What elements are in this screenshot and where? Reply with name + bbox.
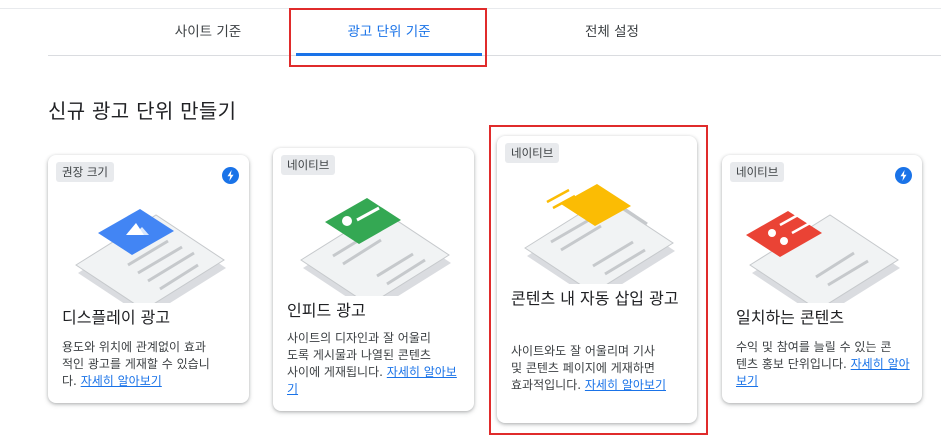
card-title: 디스플레이 광고 [62,308,171,327]
card-badge: 네이티브 [281,155,336,175]
card-badge: 권장 크기 [56,162,114,182]
card-title: 일치하는 콘텐츠 [736,308,845,327]
card-title: 인피드 광고 [287,301,366,320]
tab-by-ad-unit-label: 광고 단위 기준 [347,24,431,40]
card-description: 수익 및 참여를 늘릴 수 있는 콘 텐츠 홍보 단위입니다. 자세히 알아보기 [736,340,910,388]
card-title: 콘텐츠 내 자동 삽입 광고 [511,289,679,308]
learn-more-link[interactable]: 자세히 알아보기 [81,374,162,388]
display-ad-illustration [75,209,226,303]
tab-by-site[interactable]: 사이트 기준 [118,9,298,55]
card-description: 용도와 위치에 관계없이 효과 적인 광고를 게재할 수 있습니 다. 자세히 … [62,340,210,388]
in-article-ad-illustration [524,184,675,284]
display-ad-card[interactable]: 권장 크기 디스플레이 광고 용도와 위치에 관계없이 효과 적인 광고를 게재… [48,155,249,403]
section-title: 신규 광고 단위 만들기 [48,99,237,123]
card-description: 사이트와도 잘 어울리며 기사 및 콘텐츠 페이지에 게재하면 효과적입니다. … [511,344,666,392]
active-tab-indicator [296,53,482,56]
learn-more-link[interactable]: 자세히 알아보기 [585,378,666,392]
infeed-ad-card[interactable]: 네이티브 인피드 광고 사이트의 디자인과 잘 어울리 도록 게시물과 나열된 … [273,148,474,411]
tab-bar: 사이트 기준 광고 단위 기준 전체 설정 [48,9,941,56]
card-description: 사이트의 디자인과 잘 어울리 도록 게시물과 나열된 콘텐츠 사이에 게재됩니… [287,331,457,396]
matched-content-illustration [746,211,900,303]
card-badge: 네이티브 [730,162,785,182]
matched-content-card[interactable]: 네이티브 일치하는 콘텐츠 수익 및 참여를 늘릴 수 있는 콘 텐츠 홍보 단… [722,155,922,403]
tab-by-ad-unit[interactable]: 광고 단위 기준 [296,9,482,56]
infeed-ad-illustration [300,198,451,296]
tab-overall-settings[interactable]: 전체 설정 [522,9,702,55]
bolt-icon [222,167,239,184]
card-badge: 네이티브 [505,143,560,163]
bolt-icon [895,167,912,184]
in-article-ad-card[interactable]: 네이티브 콘텐츠 내 자동 삽입 광고 사이트와도 잘 어울리며 기사 및 콘텐… [497,136,697,423]
